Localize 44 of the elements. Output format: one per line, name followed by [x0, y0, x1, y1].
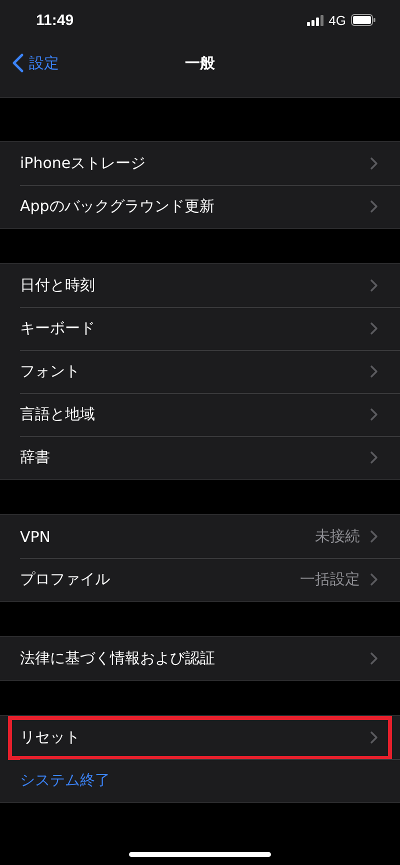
chevron-icon [370, 322, 378, 335]
chevron-icon [370, 279, 378, 292]
network-label: 4G [328, 12, 346, 28]
settings-row[interactable]: システム終了 [0, 759, 400, 802]
row-value: 一括設定 [300, 570, 360, 589]
settings-row[interactable]: 言語と地域 [0, 393, 400, 436]
settings-row[interactable]: フォント [0, 350, 400, 393]
chevron-icon [370, 157, 378, 170]
row-value: 未接続 [315, 527, 360, 546]
settings-row[interactable]: Appのバックグラウンド更新 [0, 185, 400, 228]
chevron-icon [370, 573, 378, 586]
chevron-icon [370, 451, 378, 464]
settings-row[interactable]: リセット [0, 716, 400, 759]
chevron-icon [370, 530, 378, 543]
back-button[interactable]: 設定 [0, 53, 59, 73]
row-label: VPN [20, 528, 52, 546]
settings-row[interactable]: iPhoneストレージ [0, 142, 400, 185]
row-label: 日付と時刻 [20, 276, 96, 295]
row-label: システム終了 [20, 771, 111, 790]
settings-row[interactable]: 日付と時刻 [0, 264, 400, 307]
chevron-icon [370, 652, 378, 665]
battery-icon [351, 14, 376, 26]
settings-row[interactable]: VPN 未接続 [0, 515, 400, 558]
row-label: リセット [20, 728, 81, 747]
chevron-icon [370, 408, 378, 421]
row-label: 言語と地域 [20, 405, 96, 424]
row-label: iPhoneストレージ [20, 154, 147, 173]
nav-title: 一般 [185, 54, 215, 72]
status-time: 11:49 [36, 12, 74, 28]
settings-row[interactable]: 法律に基づく情報および認証 [0, 637, 400, 680]
settings-row[interactable]: キーボード [0, 307, 400, 350]
chevron-icon [370, 731, 378, 744]
row-label: プロファイル [20, 570, 111, 589]
row-label: 法律に基づく情報および認証 [20, 649, 216, 668]
chevron-icon [370, 200, 378, 213]
signal-icon [306, 14, 324, 26]
back-chevron-icon [12, 53, 24, 73]
row-label: Appのバックグラウンド更新 [20, 197, 216, 216]
chevron-icon [370, 365, 378, 378]
row-label: キーボード [20, 319, 96, 338]
settings-row[interactable]: 辞書 [0, 436, 400, 479]
settings-row[interactable]: プロファイル 一括設定 [0, 558, 400, 601]
row-label: フォント [20, 362, 81, 381]
row-label: 辞書 [20, 448, 51, 467]
